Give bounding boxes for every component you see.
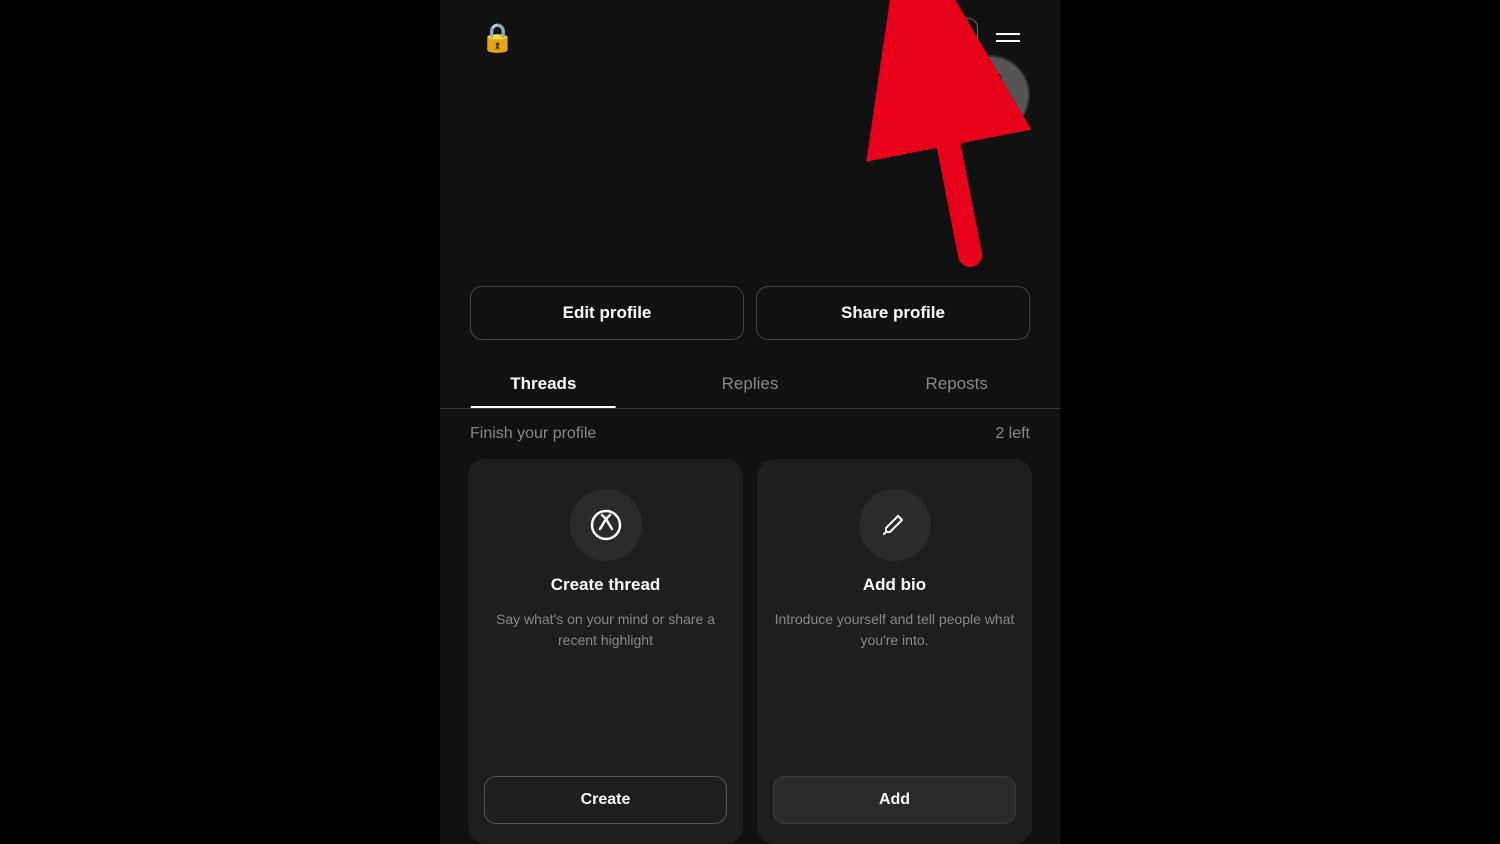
phone-screen: 🔒	[440, 0, 1060, 844]
top-bar: 🔒	[440, 0, 1060, 66]
action-cards: Create thread Say what's on your mind or…	[440, 459, 1060, 844]
lock-icon: 🔒	[480, 21, 515, 54]
add-bio-desc: Introduce yourself and tell people what …	[773, 609, 1016, 762]
profile-buttons: Edit profile Share profile	[440, 286, 1060, 340]
create-thread-button[interactable]: Create	[484, 776, 727, 824]
finish-profile-bar: Finish your profile 2 left	[440, 409, 1060, 459]
avatar	[950, 55, 1030, 135]
create-thread-icon	[570, 489, 642, 561]
finish-count: 2 left	[995, 425, 1030, 443]
share-profile-button[interactable]: Share profile	[756, 286, 1030, 340]
stats-icon[interactable]	[940, 18, 978, 56]
create-thread-card: Create thread Say what's on your mind or…	[468, 459, 743, 844]
create-thread-desc: Say what's on your mind or share a recen…	[484, 609, 727, 762]
tab-threads[interactable]: Threads	[440, 360, 647, 408]
tab-replies[interactable]: Replies	[647, 360, 854, 408]
add-bio-icon	[859, 489, 931, 561]
top-bar-right	[940, 18, 1020, 56]
create-thread-title: Create thread	[551, 575, 661, 595]
finish-label: Finish your profile	[470, 425, 596, 443]
profile-tabs: Threads Replies Reposts	[440, 360, 1060, 409]
add-bio-title: Add bio	[863, 575, 926, 595]
tab-reposts[interactable]: Reposts	[853, 360, 1060, 408]
edit-profile-button[interactable]: Edit profile	[470, 286, 744, 340]
add-bio-card: Add bio Introduce yourself and tell peop…	[757, 459, 1032, 844]
hamburger-menu[interactable]	[996, 33, 1020, 42]
add-bio-button[interactable]: Add	[773, 776, 1016, 824]
